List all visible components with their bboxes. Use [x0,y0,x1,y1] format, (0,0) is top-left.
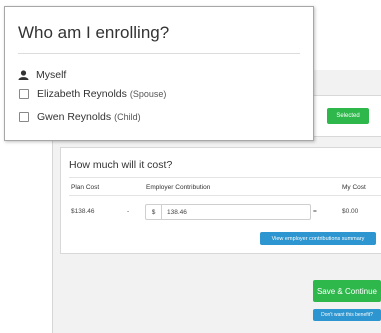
my-cost-header: My Cost [342,184,366,191]
dependent-relation: (Child) [114,112,141,122]
enrolling-popup: Who am I enrolling? Myself Elizabeth Rey… [4,6,314,141]
person-icon [18,70,29,80]
selected-button[interactable]: Selected [327,108,369,124]
popup-title: Who am I enrolling? [18,23,170,42]
employer-contribution-input[interactable] [163,205,311,219]
plan-cost-value: $138.46 [71,208,95,215]
divider [69,177,381,178]
dependent-row[interactable]: Gwen Reynolds (Child) [18,111,141,123]
dependent-name: Elizabeth Reynolds [37,88,127,100]
dont-want-benefit-button[interactable]: Don't want this benefit? [313,309,381,321]
myself-row: Myself [18,69,66,81]
cost-card: How much will it cost? Plan Cost Employe… [60,147,381,254]
view-contributions-summary-button[interactable]: View employer contributions summary [260,232,376,245]
minus-sign: - [127,208,130,215]
cost-title: How much will it cost? [69,159,173,171]
my-cost-value: $0.00 [342,208,359,215]
myself-label: Myself [36,69,67,81]
currency-prefix: $ [146,205,162,219]
dependent-name: Gwen Reynolds [37,111,112,123]
plan-cost-header: Plan Cost [71,184,100,191]
divider [69,195,381,196]
employer-contribution-header: Employer Contribution [146,184,211,191]
dependent-row[interactable]: Elizabeth Reynolds (Spouse) [18,88,166,100]
equals-sign: = [313,208,317,215]
dependent-checkbox[interactable] [19,89,29,99]
dependent-relation: (Spouse) [129,89,167,99]
employer-contribution-field[interactable]: $ [145,204,311,220]
save-continue-button[interactable]: Save & Continue [313,280,381,302]
divider [18,53,300,54]
dependent-checkbox[interactable] [19,112,29,122]
